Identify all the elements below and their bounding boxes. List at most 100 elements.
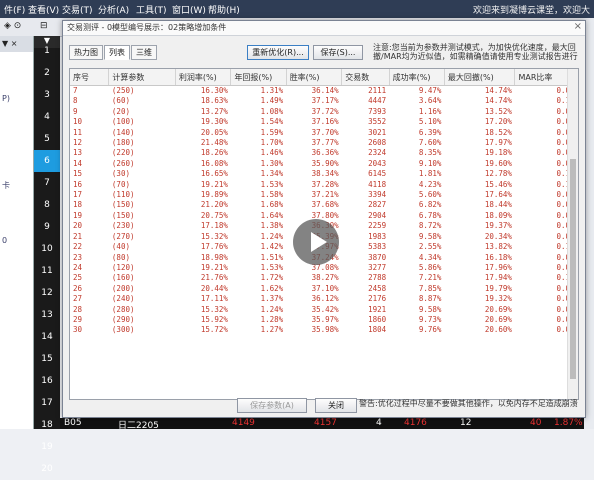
- column-header[interactable]: 年回报(%): [230, 69, 287, 86]
- table-cell: 21.20%: [200, 200, 228, 210]
- table-cell: 1860: [368, 314, 387, 324]
- table-cell: 3394: [368, 190, 387, 200]
- column-header[interactable]: 成功率(%): [389, 69, 445, 86]
- table-row[interactable]: 26 (200) 20.44% 1.62% 37.10% 2458 7.85% 19.79% 0…: [70, 284, 578, 294]
- app-menubar: 件(F) 查看(V) 交易(T) 分析(A) 工具(T) 窗口(W) 帮助(H)…: [0, 0, 594, 18]
- table-cell: (260): [111, 158, 135, 168]
- row-number[interactable]: 7: [34, 172, 60, 194]
- close-button[interactable]: 关闭: [315, 398, 357, 413]
- scrollbar-thumb[interactable]: [570, 159, 576, 379]
- table-row[interactable]: 10 (100) 19.30% 1.54% 37.16% 3552 5.10% 17.20% 0…: [70, 117, 578, 127]
- row-number[interactable]: 20: [34, 458, 60, 480]
- save-button[interactable]: 保存(S)...: [313, 45, 363, 60]
- table-cell: 35.90%: [311, 158, 339, 168]
- bg-value: 40: [530, 418, 542, 428]
- table-cell: 27: [73, 294, 83, 304]
- table-cell: 1.62%: [260, 283, 284, 293]
- table-cell: 1.59%: [260, 127, 284, 137]
- table-cell: 35.98%: [311, 325, 339, 335]
- row-number[interactable]: 1: [34, 40, 60, 62]
- table-cell: 37.77%: [311, 138, 339, 148]
- menu-help[interactable]: 帮助(H): [208, 3, 240, 16]
- note-text: 注意:您当前为参数并测试模式，为加快优化速度，最大回撤/MAR均为近似值，如需精…: [373, 43, 578, 61]
- dialog-title: 交易测评 - 0模型编号展示：02策略增加条件: [63, 21, 585, 36]
- table-row[interactable]: 28 (280) 15.32% 1.24% 35.42% 1921 9.58% 20.69% 0…: [70, 305, 578, 315]
- menu-window[interactable]: 窗口(W): [172, 3, 206, 16]
- table-cell: (270): [111, 231, 135, 241]
- row-number[interactable]: 5: [34, 128, 60, 150]
- bg-value: 4149: [232, 418, 255, 428]
- row-number[interactable]: 4: [34, 106, 60, 128]
- table-row[interactable]: 15 (30) 16.65% 1.34% 38.34% 6145 1.81% 12.78% 0.…: [70, 169, 578, 179]
- table-cell: 18.44%: [484, 200, 512, 210]
- table-cell: 8.35%: [418, 148, 442, 158]
- table-cell: 7: [73, 86, 78, 95]
- table-cell: 1.08%: [260, 106, 284, 116]
- table-cell: 17: [73, 190, 83, 200]
- table-row[interactable]: 11 (140) 20.05% 1.59% 37.70% 3021 6.39% 18.52% 0…: [70, 128, 578, 138]
- table-cell: 2176: [368, 294, 387, 304]
- column-header[interactable]: 交易数: [341, 69, 390, 86]
- column-header[interactable]: 计算参数: [108, 69, 176, 86]
- row-number[interactable]: 2: [34, 62, 60, 84]
- column-header[interactable]: 胜率(%): [286, 69, 343, 86]
- table-cell: 6.82%: [418, 200, 442, 210]
- table-row[interactable]: 16 (70) 19.21% 1.53% 37.28% 4118 4.23% 15.46% 0.…: [70, 180, 578, 190]
- reoptimize-button[interactable]: 重新优化(R)...: [247, 45, 309, 60]
- row-number[interactable]: 17: [34, 392, 60, 414]
- row-number[interactable]: 13: [34, 304, 60, 326]
- table-cell: 2324: [368, 148, 387, 158]
- vertical-scrollbar[interactable]: [567, 69, 578, 399]
- row-number[interactable]: 10: [34, 238, 60, 260]
- table-row[interactable]: 17 (110) 19.89% 1.58% 37.21% 3394 5.60% 17.64% 0…: [70, 190, 578, 200]
- column-header[interactable]: 序号: [70, 69, 110, 86]
- close-icon[interactable]: ×: [574, 21, 582, 32]
- row-number[interactable]: 19: [34, 436, 60, 458]
- table-row[interactable]: 12 (180) 21.48% 1.70% 37.77% 2608 7.60% 17.97% 0…: [70, 138, 578, 148]
- table-row[interactable]: 8 (60) 18.63% 1.49% 37.17% 4447 3.64% 14.74% 0.1…: [70, 96, 578, 106]
- table-cell: (30): [111, 169, 130, 179]
- row-number[interactable]: 6: [34, 150, 60, 172]
- table-row[interactable]: 18 (150) 21.20% 1.68% 37.68% 2827 6.82% 18.44% 0…: [70, 200, 578, 210]
- table-cell: 1983: [368, 231, 387, 241]
- column-header[interactable]: 最大回撤(%): [444, 69, 516, 86]
- table-row[interactable]: 7 (250) 16.30% 1.31% 36.14% 2111 9.47% 14.74% 0.…: [70, 86, 578, 97]
- menu-tools[interactable]: 工具(T): [136, 3, 167, 16]
- table-cell: 9: [73, 106, 78, 116]
- row-number[interactable]: 18: [34, 414, 60, 436]
- menu-analysis[interactable]: 分析(A): [98, 3, 129, 16]
- row-number[interactable]: 14: [34, 326, 60, 348]
- toolbar-icon[interactable]: ◈ ⊙: [4, 21, 21, 31]
- table-row[interactable]: 14 (260) 16.08% 1.30% 35.90% 2043 9.10% 19.60% 0…: [70, 159, 578, 169]
- play-button[interactable]: [293, 219, 339, 265]
- table-row[interactable]: 9 (20) 13.27% 1.08% 37.72% 7393 1.16% 13.52% 0.0…: [70, 107, 578, 117]
- menu-view[interactable]: 查看(V): [28, 3, 59, 16]
- table-cell: 17.64%: [484, 190, 512, 200]
- table-row[interactable]: 29 (290) 15.92% 1.28% 35.97% 1860 9.73% 20.69% 0…: [70, 315, 578, 325]
- table-cell: 1.64%: [260, 210, 284, 220]
- row-number[interactable]: 12: [34, 282, 60, 304]
- table-row[interactable]: 30 (300) 15.72% 1.27% 35.98% 1804 9.76% 20.60% 0…: [70, 325, 578, 335]
- row-number[interactable]: 15: [34, 348, 60, 370]
- table-row[interactable]: 25 (160) 21.76% 1.72% 38.27% 2788 7.21% 17.94% 0…: [70, 273, 578, 283]
- save-params-button[interactable]: 保存参数(A): [237, 398, 307, 413]
- menu-file[interactable]: 件(F): [4, 3, 25, 16]
- row-number[interactable]: 11: [34, 260, 60, 282]
- table-cell: 13.27%: [200, 106, 228, 116]
- toolbar-icon-2[interactable]: ⊟: [40, 21, 48, 31]
- column-header[interactable]: 利润率(%): [175, 69, 232, 86]
- tab-3d[interactable]: 三维: [131, 45, 157, 60]
- table-cell: 2.55%: [418, 242, 442, 252]
- row-number[interactable]: 3: [34, 84, 60, 106]
- table-row[interactable]: 13 (220) 18.26% 1.46% 36.36% 2324 8.35% 19.18% 0…: [70, 148, 578, 158]
- table-row[interactable]: 27 (240) 17.11% 1.37% 36.12% 2176 8.87% 19.32% 0…: [70, 294, 578, 304]
- table-cell: 8.87%: [418, 294, 442, 304]
- row-number[interactable]: 16: [34, 370, 60, 392]
- tab-heatmap[interactable]: 热力图: [69, 45, 103, 60]
- row-number[interactable]: 8: [34, 194, 60, 216]
- tab-list[interactable]: 列表: [104, 45, 130, 60]
- menu-trade[interactable]: 交易(T): [62, 3, 93, 16]
- left-panel-header[interactable]: ▼ ×: [0, 36, 33, 52]
- table-cell: 19.60%: [484, 158, 512, 168]
- row-number[interactable]: 9: [34, 216, 60, 238]
